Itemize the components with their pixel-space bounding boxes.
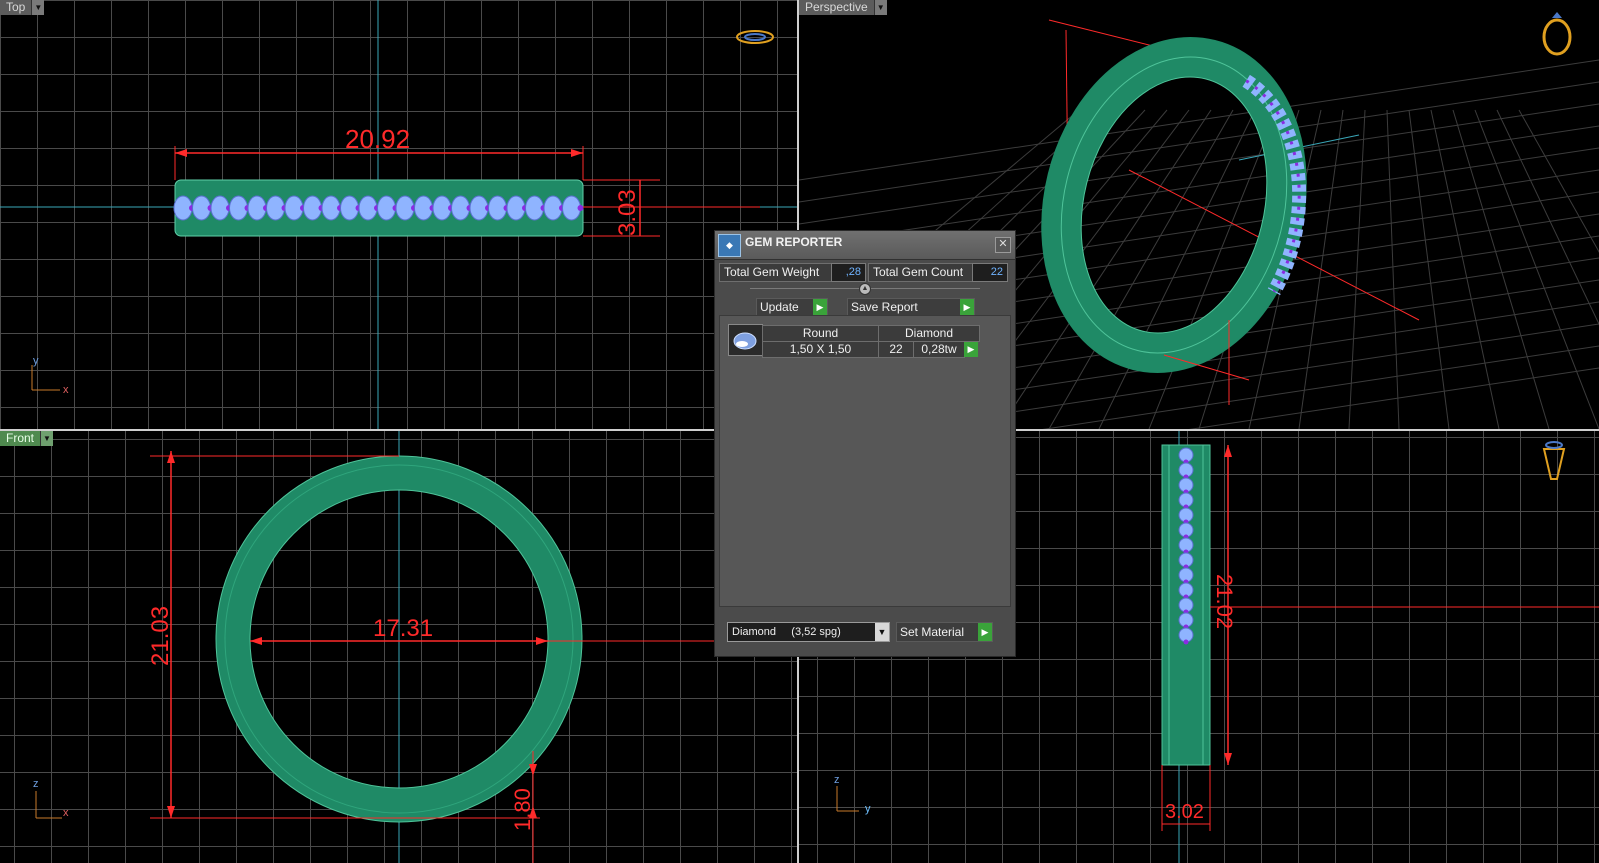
gem-weight: 0,28tw [913,341,965,358]
dimension-label: 17.31 [373,615,433,642]
gem-reporter-icon: ◆ [718,234,741,257]
total-gem-count-field[interactable]: 22 [972,263,1008,282]
update-button-label: Update [760,300,799,314]
panel-title: GEM REPORTER [745,235,843,249]
material-header: Diamond [878,325,980,342]
grid-line [1474,109,1599,429]
top-view-drawing: 20.92 3.03 [0,0,797,429]
close-icon[interactable]: ✕ [995,237,1011,253]
total-gem-weight-field[interactable]: ,28 [831,263,866,282]
dimension-label: 3.03 [614,189,641,236]
round-gem-icon [728,324,763,356]
viewport-label-perspective[interactable]: Perspective ▼ [799,0,887,15]
chevron-down-icon[interactable]: ▼ [875,623,889,641]
axis-label: x [63,384,69,396]
axis-label: z [33,778,39,790]
save-report-button-label: Save Report [851,300,918,314]
chevron-down-icon[interactable]: ▼ [31,0,45,15]
prong [1183,639,1189,645]
dimension-label: 21.02 [1212,574,1237,629]
total-gem-count-label: Total Gem Count [868,263,974,282]
total-gem-weight-label: Total Gem Weight [719,263,833,282]
play-arrow-icon: ▶ [960,299,974,315]
play-arrow-icon: ▶ [813,299,827,315]
viewport-label-front[interactable]: Front ▼ [0,431,54,446]
axis-label: y [33,355,39,367]
axis-label: z [834,774,840,786]
ring-icon[interactable] [1542,441,1566,480]
gem-count: 22 [878,341,914,358]
save-report-button[interactable]: Save Report ▶ [847,298,975,316]
play-arrow-icon[interactable]: ▶ [964,342,978,357]
play-arrow-icon: ▶ [978,623,992,641]
grid-line [799,125,1599,247]
set-material-button-label: Set Material [900,625,965,639]
gem-list[interactable]: Round Diamond 1,50 X 1,50 22 0,28tw ▶ [719,315,1011,607]
set-material-button[interactable]: Set Material ▶ [896,622,993,642]
viewport-top[interactable]: Top ▼ 20.92 3.03 y x [0,0,797,429]
viewport-name: Perspective [799,0,874,15]
grid-line [799,81,1599,203]
panel-titlebar[interactable]: ◆ GEM REPORTER ✕ [715,231,1015,260]
dimension-label: 20.92 [345,124,410,154]
material-select-value: Diamond (3,52 spg) [732,626,841,638]
axis-label: x [63,807,69,819]
collapse-handle-icon[interactable]: ▲ [859,283,871,295]
shape-header: Round [762,325,879,342]
chevron-down-icon[interactable]: ▼ [40,431,54,446]
viewport-name: Top [0,0,32,15]
update-button[interactable]: Update ▶ [756,298,828,316]
ring-icon[interactable] [1542,12,1572,56]
view-cube-icon[interactable] [736,30,774,44]
viewport-label-top[interactable]: Top ▼ [0,0,45,15]
front-view-drawing: 21.03 17.31 1.80 [35,431,797,863]
axis-label: y [865,803,871,815]
grid-line [998,109,1212,429]
prong [577,205,584,211]
viewport-front[interactable]: Front ▼ 21.03 17.31 1.80 z x [0,431,797,863]
dimension-label: 21.03 [147,606,174,666]
viewport-name: Front [0,431,41,446]
gem-size: 1,50 X 1,50 [762,341,879,358]
gem-reporter-panel: ◆ GEM REPORTER ✕ Total Gem Weight ,28 To… [714,230,1016,657]
grid-line [1430,109,1500,429]
grid-line [1408,109,1450,429]
dimension-label: 1.80 [510,788,535,831]
dimension-label: 3.02 [1165,801,1204,823]
ring-perspective [1041,37,1307,373]
material-select[interactable]: Diamond (3,52 spg) ▼ [727,622,890,642]
chevron-down-icon[interactable]: ▼ [873,0,887,15]
